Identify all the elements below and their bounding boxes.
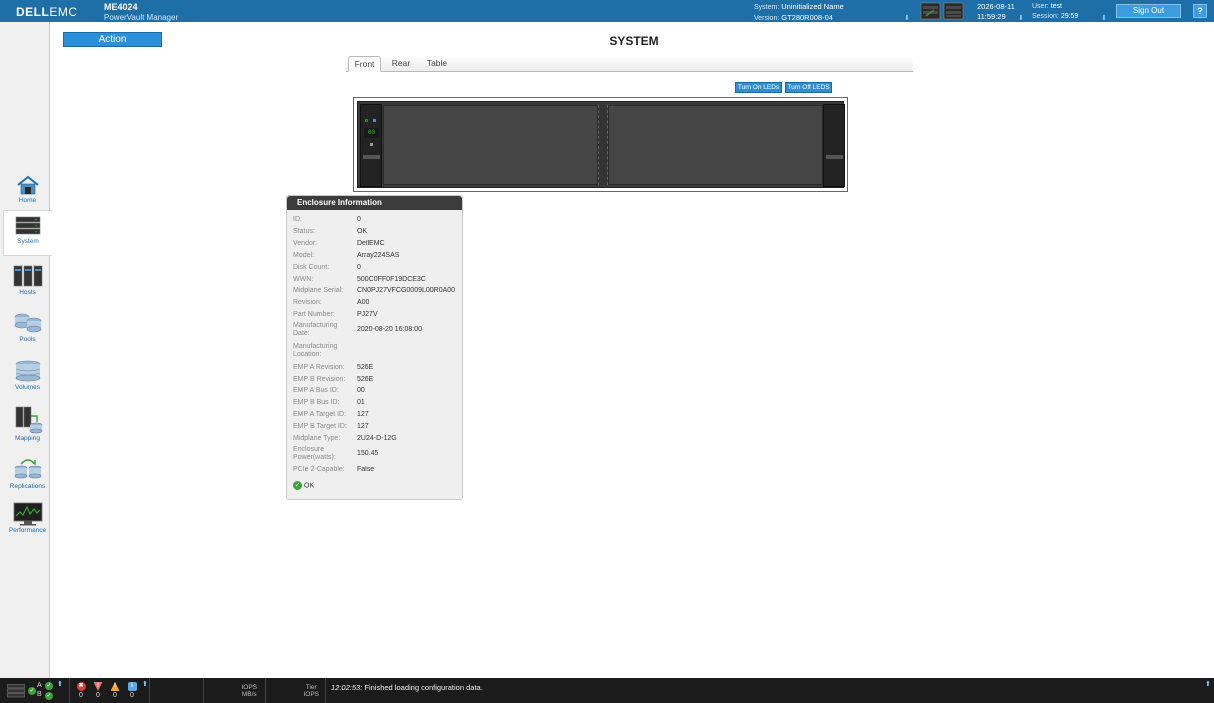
system-name: Uninitialized Name — [781, 2, 844, 11]
system-ok-icon: ✓ — [28, 687, 36, 695]
right-ear-latch — [826, 155, 843, 159]
sidebar-item-volumes[interactable]: Volumes — [3, 355, 52, 401]
tier-label: Tier — [305, 684, 317, 691]
events-expand-icon[interactable]: ⬆ — [1205, 680, 1211, 688]
enclosure-mini-icon — [7, 684, 25, 698]
system-version: GT280R008-04 — [781, 13, 833, 22]
status-led-icon — [370, 143, 373, 146]
sidebar-item-label: Replications — [9, 483, 46, 490]
home-icon — [16, 175, 39, 195]
critical-icon: ✖ — [76, 682, 86, 691]
alert-critical[interactable]: ✖ 0 — [75, 682, 87, 699]
sidebar-item-label: System — [17, 238, 39, 245]
power-led-icon — [365, 119, 368, 122]
event-message[interactable]: 12:02:53: Finished loading configuration… — [331, 683, 483, 692]
mapping-icon — [15, 406, 42, 434]
mbs-label: MB/s — [241, 691, 257, 698]
info-icon: i — [127, 682, 137, 691]
id-led-icon — [373, 119, 376, 122]
pools-icon — [14, 313, 41, 333]
controller-status[interactable]: ✓ A ✓ B ✓ ⬆ — [0, 678, 70, 703]
right-ear — [823, 104, 845, 187]
controller-b-label: B — [37, 691, 42, 698]
sidebar-item-label: Mapping — [15, 435, 40, 442]
health-status-label: OK — [304, 482, 315, 490]
panel-title: Enclosure Information — [287, 196, 462, 210]
tab-front[interactable]: Front — [348, 56, 381, 72]
sidebar-item-replications[interactable]: Replications — [3, 450, 52, 496]
sidebar-item-performance[interactable]: Performance — [3, 498, 52, 544]
system-info: System: Uninitialized Name Version: GT28… — [754, 2, 844, 22]
user-info: User: test Session: 29:59 — [1032, 3, 1079, 20]
enclosure-front-view[interactable]: 00 — [353, 97, 848, 192]
enclosure-id-display: 00 — [364, 128, 379, 138]
controller-a-ok-icon: ✓ — [45, 682, 53, 690]
page-title: SYSTEM — [609, 34, 659, 48]
bezel-left-panel — [383, 105, 598, 185]
controller-expand-icon[interactable]: ⬆ — [57, 680, 63, 688]
user-expand-icon[interactable]: ⬇ — [1101, 14, 1107, 22]
action-button[interactable]: Action — [63, 32, 162, 47]
enclosure-information-panel: Enclosure Information ID: 0 Status: OK Ven… — [286, 195, 463, 500]
top-bar: DELLEMC ME4024 PowerVault Manager System… — [0, 0, 1214, 22]
sidebar: Home System Hosts Pools Volumes Mapping … — [0, 22, 52, 678]
hosts-icon — [13, 265, 42, 287]
session-time: 29:59 — [1060, 13, 1079, 20]
system-info-expand-icon[interactable]: ⬇ — [904, 14, 910, 22]
product-name: ME4024 PowerVault Manager — [104, 2, 179, 23]
user-name: test — [1050, 3, 1062, 10]
status-bar: ✓ A ✓ B ✓ ⬆ ✖ 0 ! 0 ! 0 i0 ⬆ IOPS MB/s Tier… — [0, 678, 1214, 703]
left-ear-latch — [363, 155, 380, 159]
turn-on-leds-button[interactable]: Turn On LEDs — [735, 82, 782, 93]
status-spacer — [150, 678, 204, 703]
alert-error[interactable]: ! 0 — [92, 682, 104, 699]
system-icon — [15, 216, 41, 235]
controller-a-label: A — [37, 682, 42, 689]
health-ok-icon: ✓ — [293, 481, 302, 490]
sidebar-item-system[interactable]: System — [3, 210, 52, 256]
warning-icon: ! — [110, 682, 120, 691]
iops-label: IOPS — [241, 684, 257, 691]
tier-iops-label: IOPS — [303, 691, 319, 698]
view-tabs: Front Rear Table — [346, 56, 913, 72]
sidebar-item-hosts[interactable]: Hosts — [3, 260, 52, 306]
performance-icon — [13, 502, 42, 526]
tab-table[interactable]: Table — [422, 56, 452, 72]
sidebar-item-mapping[interactable]: Mapping — [3, 402, 52, 448]
volumes-icon — [15, 360, 40, 382]
alert-warning[interactable]: ! 0 — [109, 682, 121, 699]
sign-out-button[interactable]: Sign Out — [1116, 4, 1181, 18]
turn-off-leds-button[interactable]: Turn Off LEDS — [785, 82, 832, 93]
host-io-stats[interactable]: IOPS MB/s — [204, 678, 266, 703]
alert-counters[interactable]: ✖ 0 ! 0 ! 0 i0 ⬆ — [70, 678, 150, 703]
sidebar-item-label: Volumes — [15, 384, 40, 391]
error-icon: ! — [93, 682, 103, 691]
dell-emc-logo: DELLEMC — [16, 5, 78, 19]
alert-info[interactable]: i0 — [126, 682, 138, 699]
left-ear: 00 — [360, 104, 382, 187]
system-datetime: 2026-08-11 11:59:29 — [977, 2, 1015, 22]
alerts-expand-icon[interactable]: ⬆ — [142, 680, 148, 688]
sidebar-item-label: Hosts — [19, 289, 36, 296]
system-time: 11:59:29 — [977, 12, 1006, 21]
product-subtitle: PowerVault Manager — [104, 13, 179, 22]
sidebar-item-label: Home — [18, 197, 37, 204]
event-time: 12:02:53: — [331, 683, 363, 692]
controller-b-ok-icon: ✓ — [45, 692, 53, 700]
bezel-right-panel — [608, 105, 823, 185]
health-status: ✓ OK — [293, 481, 314, 490]
tier-io-stats[interactable]: Tier IOPS — [266, 678, 326, 703]
system-date: 2026-08-11 — [977, 2, 1015, 11]
enclosure-chassis: 00 — [357, 101, 845, 188]
event-text: Finished loading configuration data. — [364, 683, 483, 692]
replications-icon — [14, 459, 41, 479]
tab-rear[interactable]: Rear — [386, 56, 416, 72]
sidebar-item-label: Performance — [8, 527, 47, 534]
enclosure-status-icons[interactable] — [920, 2, 964, 20]
sidebar-item-pools[interactable]: Pools — [3, 307, 52, 353]
sidebar-item-label: Pools — [19, 336, 36, 343]
datetime-expand-icon[interactable]: ⬇ — [1018, 14, 1024, 22]
help-button[interactable]: ? — [1193, 4, 1207, 18]
bezel-center-divider — [598, 105, 608, 185]
